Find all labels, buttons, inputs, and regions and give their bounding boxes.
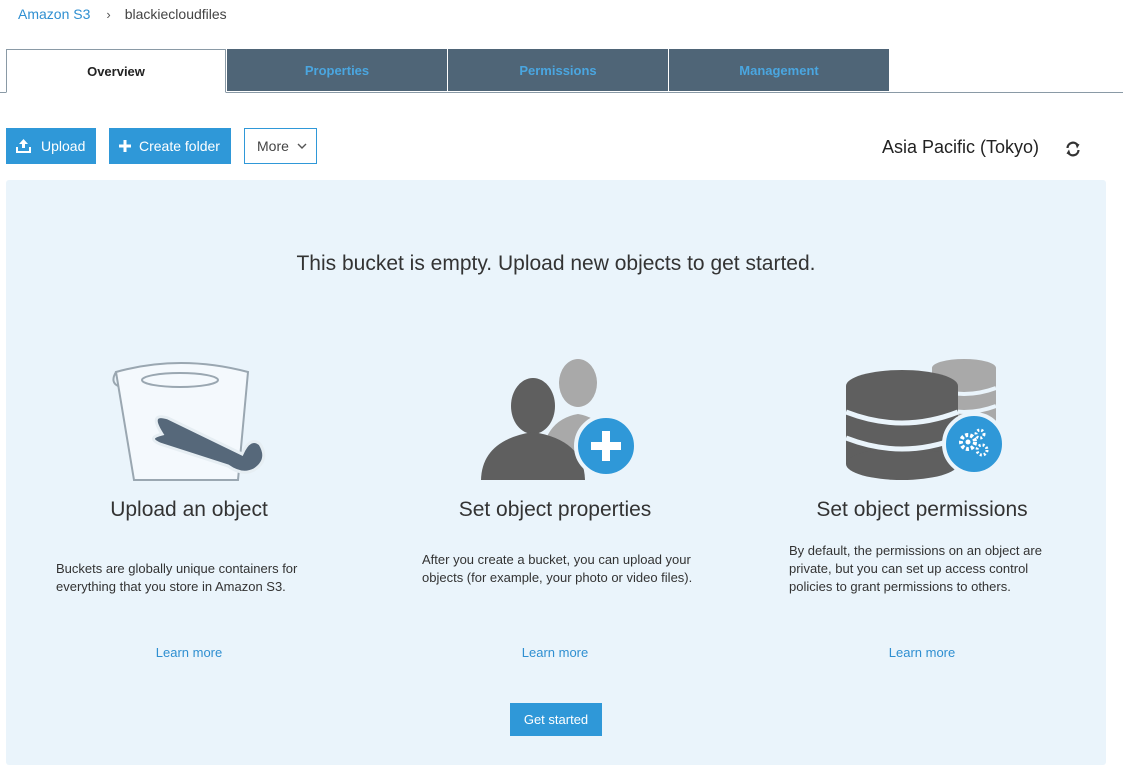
get-started-button[interactable]: Get started — [510, 703, 602, 736]
more-dropdown-button[interactable]: More — [244, 128, 317, 164]
upload-button-label: Upload — [41, 138, 86, 154]
breadcrumb-current-bucket: blackiecloudfiles — [124, 6, 227, 22]
region-label: Asia Pacific (Tokyo) — [882, 137, 1040, 157]
users-add-icon — [478, 358, 638, 488]
create-folder-button[interactable]: Create folder — [109, 128, 231, 164]
set-object-properties-description: After you create a bucket, you can uploa… — [422, 552, 693, 585]
plus-icon — [119, 140, 131, 152]
tab-overview[interactable]: Overview — [6, 49, 226, 93]
tab-bar: Overview Properties Permissions Manageme… — [0, 48, 1123, 93]
refresh-icon[interactable] — [1064, 140, 1082, 158]
breadcrumb: Amazon S3 › blackiecloudfiles — [18, 5, 227, 23]
upload-object-learn-more-link[interactable]: Learn more — [39, 645, 339, 660]
breadcrumb-amazon-s3-link[interactable]: Amazon S3 — [18, 6, 90, 22]
tab-properties[interactable]: Properties — [227, 49, 447, 91]
breadcrumb-separator: › — [106, 6, 111, 22]
upload-icon — [16, 139, 31, 153]
tab-management[interactable]: Management — [669, 49, 889, 91]
upload-object-description: Buckets are globally unique containers f… — [56, 561, 298, 594]
set-object-properties-learn-more-link[interactable]: Learn more — [405, 645, 705, 660]
bucket-icon — [110, 358, 270, 488]
set-object-permissions-description: By default, the permissions on an object… — [789, 543, 1042, 594]
tab-permissions[interactable]: Permissions — [448, 49, 668, 91]
set-object-permissions-title: Set object permissions — [816, 498, 1028, 521]
empty-bucket-message: This bucket is empty. Upload new objects… — [296, 252, 816, 275]
upload-object-title: Upload an object — [110, 498, 268, 521]
chevron-down-icon — [297, 143, 307, 149]
empty-bucket-panel: This bucket is empty. Upload new objects… — [6, 180, 1106, 765]
database-gear-icon — [845, 358, 1006, 488]
upload-button[interactable]: Upload — [6, 128, 96, 164]
create-folder-button-label: Create folder — [139, 138, 220, 154]
set-object-permissions-learn-more-link[interactable]: Learn more — [772, 645, 1072, 660]
more-button-label: More — [257, 138, 289, 154]
set-object-properties-title: Set object properties — [458, 498, 652, 521]
